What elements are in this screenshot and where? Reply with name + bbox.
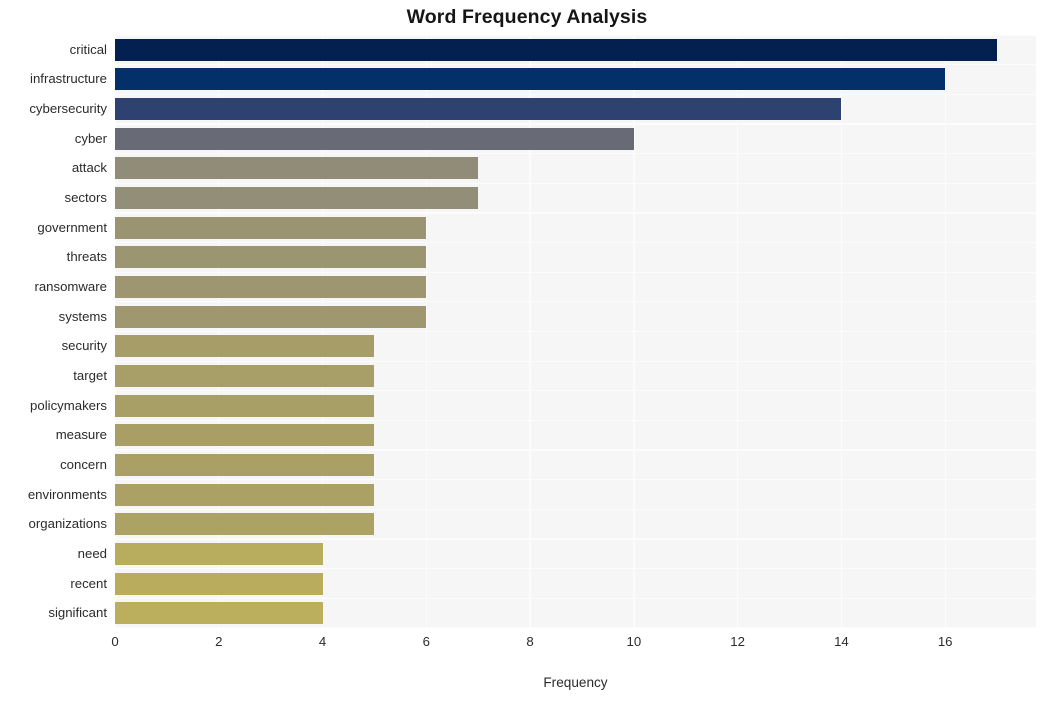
y-axis-tick-label: ransomware — [34, 279, 107, 295]
gridline-horizontal — [115, 330, 1036, 333]
bar — [115, 394, 375, 417]
gridline-horizontal — [115, 93, 1036, 95]
y-axis-tick-label: sectors — [64, 190, 107, 206]
x-axis-tick-label: 6 — [422, 634, 430, 649]
bar — [115, 187, 479, 210]
gridline-horizontal — [115, 301, 1036, 303]
bar — [115, 335, 375, 358]
bar — [115, 276, 427, 299]
y-axis-tick-label: critical — [69, 41, 107, 57]
y-axis-tick-label: target — [73, 367, 107, 383]
gridline-horizontal — [115, 568, 1036, 570]
y-axis-tick-label: organizations — [28, 516, 107, 532]
x-axis-tick-labels: 0 2 4 6 8 10 12 14 16 — [0, 634, 1054, 654]
gridline-horizontal — [115, 241, 1036, 244]
y-axis-tick-label: need — [77, 545, 107, 561]
gridline-horizontal — [115, 390, 1036, 392]
bar — [115, 38, 998, 61]
x-axis-tick-label: 10 — [626, 634, 642, 649]
bar — [115, 453, 375, 476]
bar — [115, 127, 634, 150]
bar — [115, 542, 323, 565]
bar — [115, 513, 375, 536]
gridline-horizontal — [115, 479, 1036, 481]
y-axis-tick-label: cybersecurity — [29, 101, 107, 117]
y-axis-tick-label: threats — [66, 249, 107, 265]
bar — [115, 68, 946, 91]
y-axis-tick-label: recent — [70, 575, 107, 591]
gridline-horizontal — [115, 449, 1036, 451]
gridline-horizontal — [115, 538, 1036, 540]
gridline-horizontal — [115, 271, 1036, 273]
bar — [115, 572, 323, 595]
y-axis-tick-label: security — [61, 338, 107, 354]
gridline-horizontal — [115, 182, 1036, 184]
chart-title: Word Frequency Analysis — [406, 6, 648, 28]
bar — [115, 483, 375, 506]
gridline-horizontal — [115, 35, 1036, 36]
y-axis-tick-label: concern — [60, 456, 107, 472]
bar — [115, 602, 323, 625]
gridline-horizontal — [115, 597, 1036, 599]
chart-figure: Word Frequency Analysis critical infrastr… — [0, 0, 1054, 701]
x-axis-title: Frequency — [543, 675, 608, 690]
bar — [115, 424, 375, 447]
gridline-horizontal — [115, 123, 1036, 125]
y-axis-tick-label: systems — [58, 308, 107, 324]
y-axis-tick-label: environments — [27, 486, 107, 502]
gridline-horizontal — [115, 508, 1036, 511]
y-axis-tick-labels: critical infrastructure cybersecurity cyber… — [0, 35, 107, 628]
y-axis-tick-label: significant — [48, 605, 107, 621]
x-axis-tick-label: 4 — [318, 634, 327, 649]
x-axis-tick-label: 14 — [834, 634, 849, 649]
x-axis-tick-label: 2 — [215, 634, 223, 649]
x-axis-tick-label: 16 — [937, 634, 953, 649]
x-axis-tick-label: 8 — [526, 634, 534, 649]
y-axis-tick-label: government — [37, 219, 107, 235]
y-axis-tick-label: infrastructure — [30, 71, 107, 87]
x-axis-tick-label: 0 — [111, 634, 119, 649]
bar — [115, 157, 479, 180]
gridline-horizontal — [115, 419, 1036, 422]
gridline-horizontal — [115, 627, 1036, 628]
gridline-horizontal — [115, 152, 1036, 155]
y-axis-tick-label: policymakers — [30, 397, 107, 413]
x-axis-tick-label: 12 — [730, 634, 745, 649]
gridline-horizontal — [115, 212, 1036, 214]
bar — [115, 364, 375, 387]
bar — [115, 216, 427, 239]
gridline-horizontal — [115, 360, 1036, 362]
bar — [115, 98, 842, 121]
y-axis-tick-label: cyber — [74, 130, 107, 146]
y-axis-tick-label: attack — [71, 160, 107, 176]
gridline-horizontal — [115, 64, 1036, 66]
bar — [115, 246, 427, 269]
bar — [115, 305, 427, 328]
y-axis-tick-label: measure — [55, 427, 107, 443]
plot-area — [115, 35, 1036, 628]
